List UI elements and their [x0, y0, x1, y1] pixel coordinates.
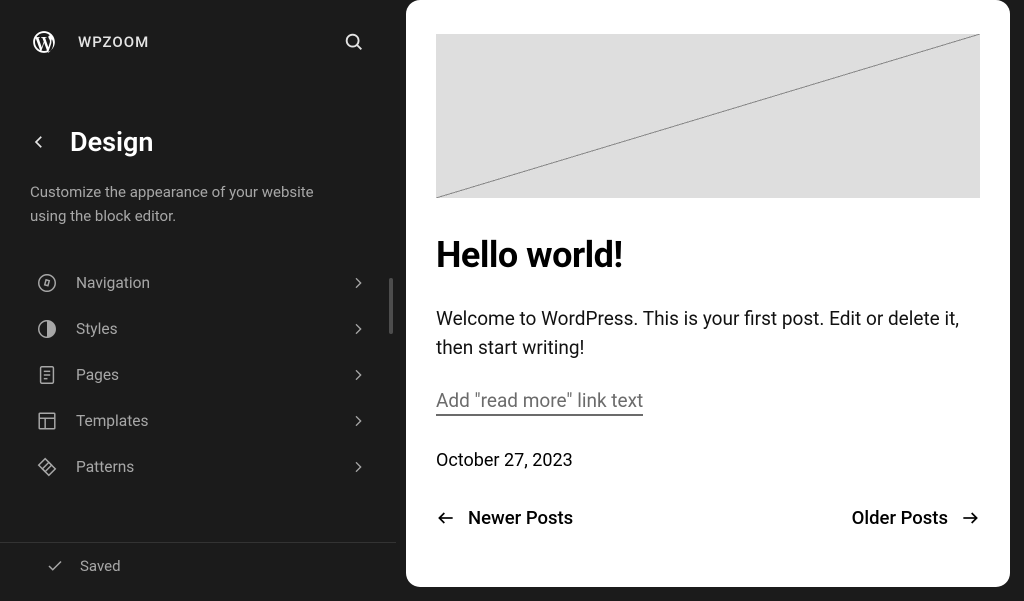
preview-canvas[interactable]: Hello world! Welcome to WordPress. This … [406, 0, 1010, 587]
back-button[interactable] [30, 133, 48, 151]
save-status-label: Saved [80, 557, 121, 575]
older-posts-link[interactable]: Older Posts [852, 507, 980, 529]
preview-canvas-wrap: Hello world! Welcome to WordPress. This … [396, 0, 1024, 601]
contrast-icon [36, 318, 58, 340]
wordpress-logo-icon[interactable] [30, 28, 58, 56]
panel-nav-list: Navigation Styles Pages [0, 260, 396, 490]
post-title[interactable]: Hello world! [436, 234, 980, 276]
nav-item-label: Pages [76, 366, 119, 384]
older-posts-label: Older Posts [852, 507, 948, 529]
post-excerpt[interactable]: Welcome to WordPress. This is your first… [436, 304, 980, 363]
newer-posts-link[interactable]: Newer Posts [436, 507, 573, 529]
compass-icon [36, 272, 58, 294]
check-icon [46, 557, 64, 575]
featured-image-placeholder[interactable] [436, 34, 980, 198]
panel-title: Design [70, 126, 153, 158]
nav-item-label: Styles [76, 320, 118, 338]
chevron-right-icon [350, 413, 366, 429]
post-date[interactable]: October 27, 2023 [436, 450, 980, 471]
search-icon[interactable] [342, 30, 366, 54]
scrollbar-thumb[interactable] [389, 278, 393, 334]
pattern-icon [36, 456, 58, 478]
nav-item-patterns[interactable]: Patterns [0, 444, 396, 490]
page-icon [36, 364, 58, 386]
read-more-link-placeholder[interactable]: Add "read more" link text [436, 389, 643, 416]
panel-description: Customize the appearance of your website… [0, 172, 370, 260]
nav-item-navigation[interactable]: Navigation [0, 260, 396, 306]
arrow-right-icon [960, 508, 980, 528]
nav-item-label: Templates [76, 412, 149, 430]
chevron-right-icon [350, 321, 366, 337]
newer-posts-label: Newer Posts [468, 507, 573, 529]
nav-item-styles[interactable]: Styles [0, 306, 396, 352]
chevron-right-icon [350, 275, 366, 291]
sidebar-topbar: WPZOOM [0, 0, 396, 76]
nav-item-label: Patterns [76, 458, 134, 476]
site-title[interactable]: WPZOOM [78, 33, 149, 51]
chevron-right-icon [350, 367, 366, 383]
post-pagination: Newer Posts Older Posts [436, 507, 980, 529]
arrow-left-icon [436, 508, 456, 528]
save-status: Saved [0, 542, 396, 601]
nav-item-pages[interactable]: Pages [0, 352, 396, 398]
panel-header: Design [0, 76, 396, 172]
nav-item-label: Navigation [76, 274, 150, 292]
nav-item-templates[interactable]: Templates [0, 398, 396, 444]
layout-icon [36, 410, 58, 432]
editor-sidebar: WPZOOM Design Customize the appearance o… [0, 0, 396, 601]
chevron-right-icon [350, 459, 366, 475]
